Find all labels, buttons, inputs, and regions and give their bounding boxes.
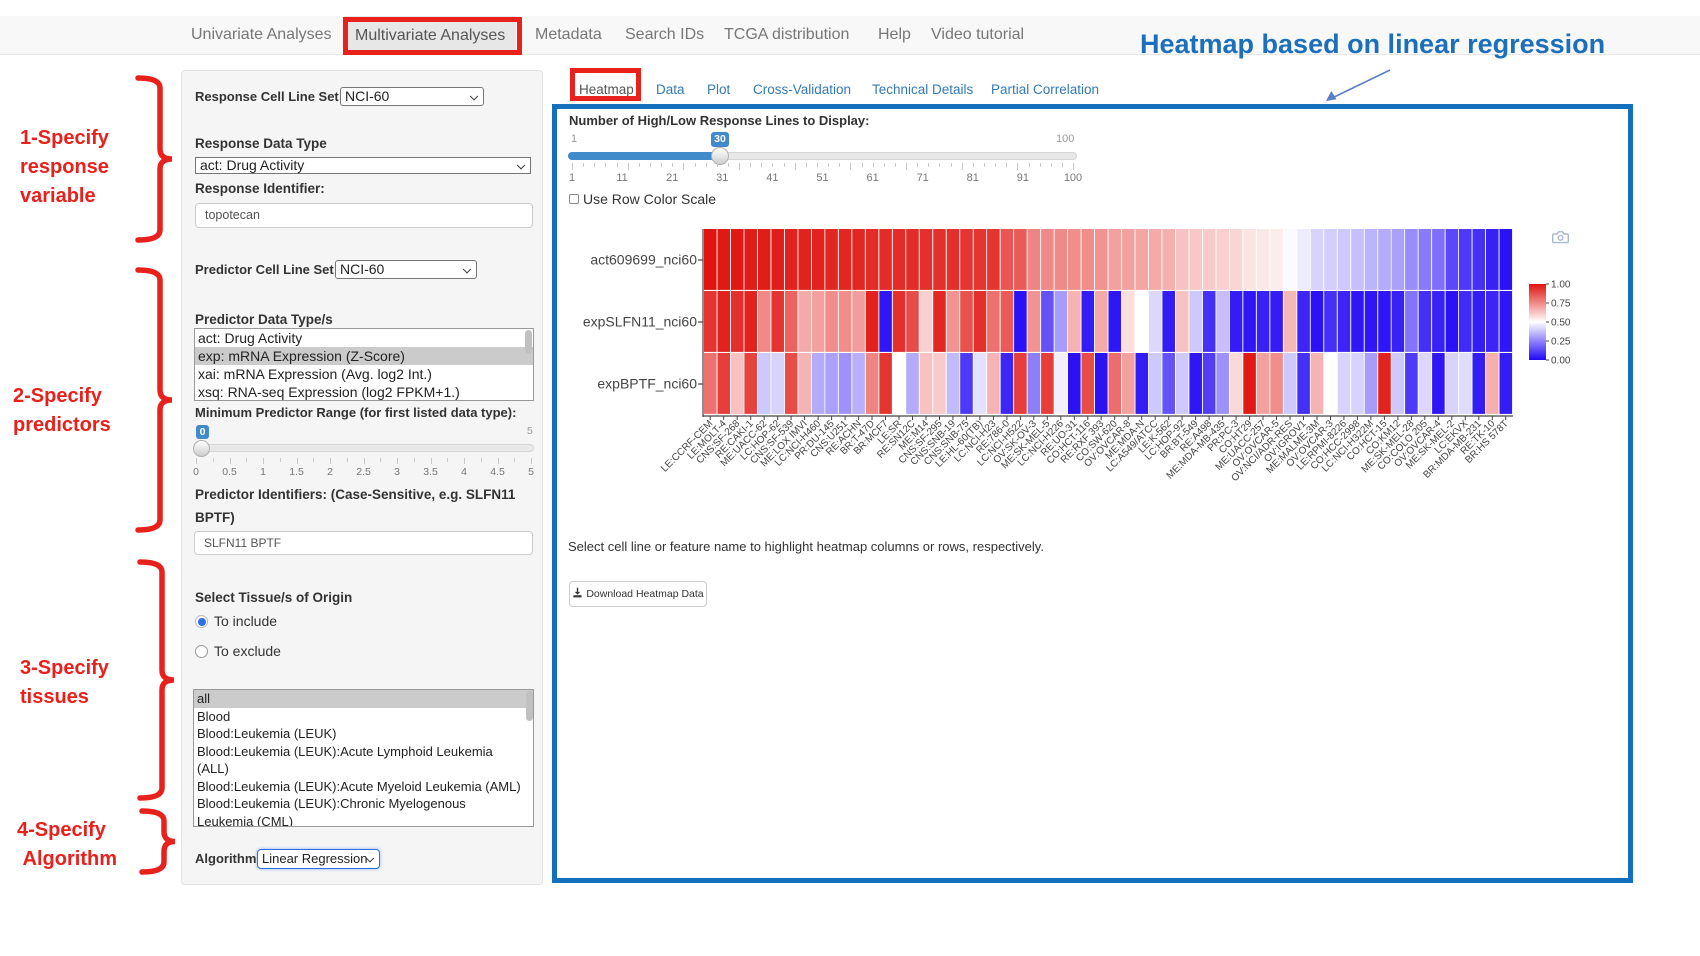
svg-text:expSLFN11_nci60: expSLFN11_nci60 <box>583 314 697 330</box>
svg-text:0.25: 0.25 <box>1551 337 1571 348</box>
svg-text:0.00: 0.00 <box>1551 356 1571 367</box>
svg-text:1.00: 1.00 <box>1551 280 1571 291</box>
svg-text:0.75: 0.75 <box>1551 299 1571 310</box>
svg-text:0.50: 0.50 <box>1551 318 1571 329</box>
svg-text:expBPTF_nci60: expBPTF_nci60 <box>597 376 697 392</box>
svg-text:act609699_nci60: act609699_nci60 <box>590 252 697 268</box>
